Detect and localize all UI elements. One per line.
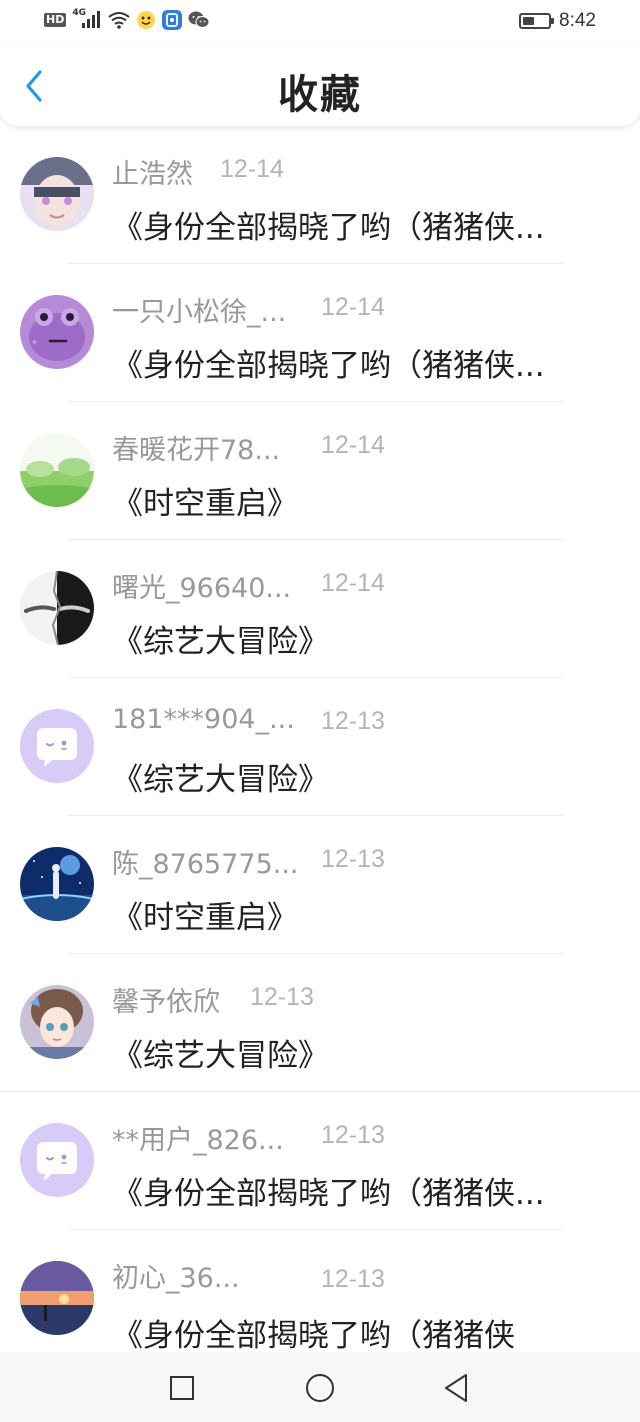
work-title: 《时空重启》 (112, 486, 298, 522)
list-item[interactable]: 初心_36... 12-13 《身份全部揭晓了哟（猪猪侠 (0, 1230, 640, 1352)
list-item[interactable]: 陈_8765775... 12-13 《时空重启》 (0, 816, 640, 954)
work-title: 《综艺大冒险》 (112, 624, 329, 660)
back-nav-button[interactable] (436, 1368, 476, 1408)
work-title: 《综艺大冒险》 (112, 762, 329, 798)
status-icons-left: HD 4G (44, 8, 210, 30)
list-item[interactable]: 春暖花开78... 12-14 《时空重启》 (0, 402, 640, 540)
top-app-bar: 收藏 (0, 44, 640, 126)
clock: 8:42 (559, 10, 596, 31)
username: **用户_826... (112, 1125, 284, 1156)
security-app-icon (162, 10, 183, 30)
list-item[interactable]: 181***904_... 12-13 《综艺大冒险》 (0, 678, 640, 816)
post-date: 12-13 (321, 707, 385, 735)
avatar[interactable] (20, 157, 94, 231)
work-title: 《身份全部揭晓了哟（猪猪侠... (112, 348, 545, 384)
username: 止浩然 (112, 159, 193, 190)
hd-badge: HD (44, 13, 67, 27)
list-item[interactable]: 止浩然 12-14 《身份全部揭晓了哟（猪猪侠... (0, 126, 640, 264)
status-bar: HD 4G 8:42 (0, 0, 640, 44)
avatar[interactable] (20, 985, 94, 1059)
system-navigation-bar (0, 1352, 640, 1422)
post-date: 12-13 (321, 845, 385, 873)
username: 曙光_96640... (112, 573, 292, 604)
signal-icon: 4G (72, 8, 102, 30)
post-date: 12-14 (321, 569, 385, 597)
avatar[interactable] (20, 433, 94, 507)
wifi-icon (108, 12, 130, 29)
page-title: 收藏 (278, 72, 362, 118)
username: 一只小松徐_... (112, 297, 287, 328)
post-date: 12-13 (321, 1121, 385, 1149)
work-title: 《身份全部揭晓了哟（猪猪侠... (112, 1176, 545, 1212)
list-item[interactable]: * 一只小松徐_... 12-14 《身份全部揭晓了哟（猪猪侠... (0, 264, 640, 402)
default-avatar-icon[interactable] (20, 709, 94, 783)
list-item[interactable]: 曙光_96640... 12-14 《综艺大冒险》 (0, 540, 640, 678)
avatar[interactable]: * (20, 295, 94, 369)
work-title: 《身份全部揭晓了哟（猪猪侠... (112, 210, 545, 246)
avatar[interactable] (20, 571, 94, 645)
recent-apps-button[interactable] (162, 1368, 202, 1408)
work-title: 《时空重启》 (112, 900, 298, 936)
work-title: 《身份全部揭晓了哟（猪猪侠 (112, 1318, 515, 1352)
username: 馨予依欣 (112, 987, 220, 1018)
wechat-icon (188, 11, 210, 28)
home-button[interactable] (300, 1368, 340, 1408)
recent-apps-icon (170, 1376, 194, 1400)
back-triangle-icon (445, 1374, 467, 1402)
default-avatar-icon[interactable] (20, 1123, 94, 1197)
post-date: 12-13 (250, 983, 314, 1011)
username: 初心_36... (112, 1263, 240, 1294)
username: 陈_8765775... (112, 849, 299, 880)
status-icons-right: 8:42 (519, 10, 596, 32)
home-icon (306, 1374, 334, 1402)
svg-text:*: * (32, 339, 37, 350)
post-date: 12-13 (321, 1265, 385, 1293)
favorites-list[interactable]: 止浩然 12-14 《身份全部揭晓了哟（猪猪侠... * 一只小松徐_... 1… (0, 126, 640, 1352)
list-item[interactable]: **用户_826... 12-13 《身份全部揭晓了哟（猪猪侠... (0, 1092, 640, 1230)
avatar[interactable] (20, 847, 94, 921)
battery-icon (519, 13, 555, 29)
app-notification-icon (137, 11, 156, 29)
post-date: 12-14 (321, 293, 385, 321)
post-date: 12-14 (220, 155, 284, 183)
avatar[interactable] (20, 1261, 94, 1335)
list-item[interactable]: 馨予依欣 12-13 《综艺大冒险》 (0, 954, 640, 1092)
post-date: 12-14 (321, 431, 385, 459)
work-title: 《综艺大冒险》 (112, 1038, 329, 1074)
username: 181***904_... (112, 704, 295, 735)
username: 春暖花开78... (112, 435, 281, 466)
